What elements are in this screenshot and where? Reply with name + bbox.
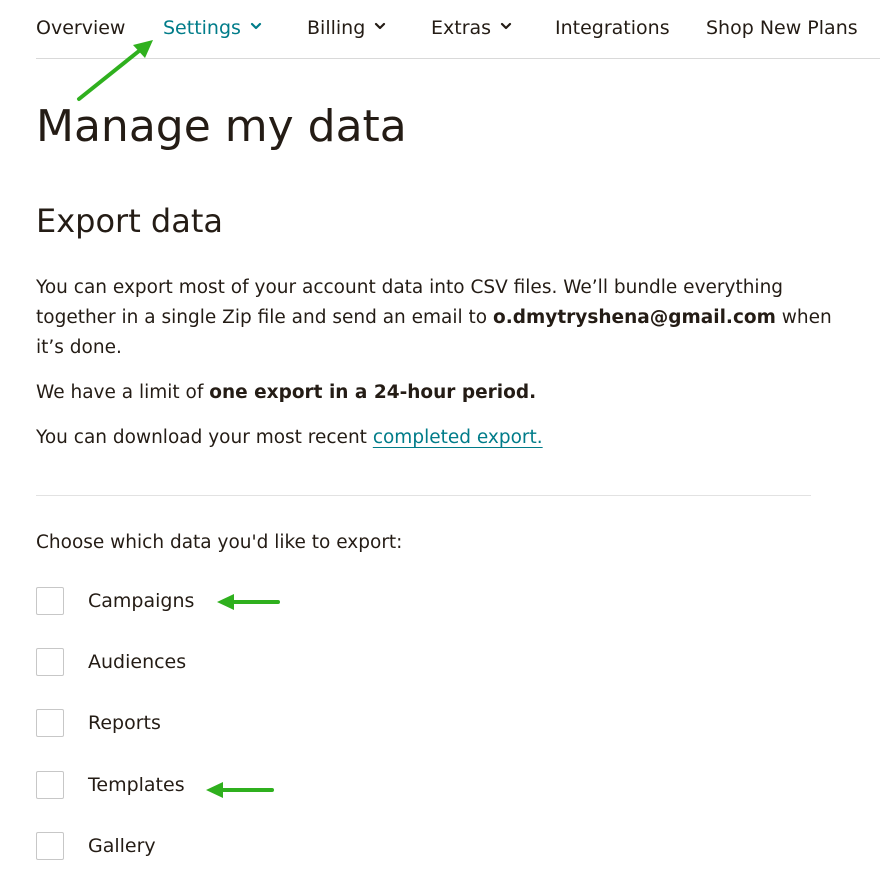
chevron-down-icon	[500, 20, 512, 32]
limit-emphasis: one export in a 24-hour period.	[209, 382, 537, 403]
top-nav: Overview Settings Billing Extras Integra…	[36, 0, 880, 59]
divider	[36, 495, 811, 496]
checkbox[interactable]	[36, 648, 64, 676]
option-label: Reports	[88, 712, 161, 734]
account-email: o.dmytryshena@gmail.com	[493, 307, 776, 328]
checkbox[interactable]	[36, 587, 64, 615]
nav-item-settings[interactable]: Settings	[163, 16, 262, 40]
option-label: Gallery	[88, 835, 156, 857]
option-templates[interactable]: Templates	[36, 771, 336, 801]
nav-item-overview[interactable]: Overview	[36, 16, 125, 40]
section-title: Export data	[36, 202, 223, 240]
checkbox[interactable]	[36, 771, 64, 799]
limit-text: We have a limit of	[36, 382, 210, 403]
chevron-down-icon	[250, 20, 262, 32]
choose-data-label: Choose which data you'd like to export:	[36, 532, 403, 553]
page-title: Manage my data	[36, 101, 407, 152]
chevron-down-icon	[374, 20, 386, 32]
manage-data-page: Overview Settings Billing Extras Integra…	[0, 0, 880, 877]
option-reports[interactable]: Reports	[36, 709, 336, 739]
option-label: Campaigns	[88, 590, 195, 612]
nav-item-shop-new-plans[interactable]: Shop New Plans	[706, 16, 858, 40]
nav-item-label: Shop New Plans	[706, 17, 858, 39]
nav-item-label: Overview	[36, 17, 126, 39]
option-campaigns[interactable]: Campaigns	[36, 587, 336, 617]
nav-item-label: Extras	[431, 17, 492, 39]
nav-item-integrations[interactable]: Integrations	[555, 16, 670, 40]
download-prefix: You can download your most recent	[36, 427, 373, 448]
option-label: Templates	[88, 774, 185, 796]
nav-item-extras[interactable]: Extras	[431, 16, 512, 40]
nav-item-label: Billing	[307, 17, 366, 39]
option-label: Audiences	[88, 651, 187, 673]
nav-item-label: Integrations	[555, 17, 670, 39]
option-audiences[interactable]: Audiences	[36, 648, 336, 678]
download-text: You can download your most recent comple…	[36, 423, 836, 453]
checkbox[interactable]	[36, 709, 64, 737]
option-gallery[interactable]: Gallery	[36, 832, 336, 862]
nav-item-billing[interactable]: Billing	[307, 16, 386, 40]
checkbox[interactable]	[36, 832, 64, 860]
completed-export-link[interactable]: completed export.	[373, 427, 543, 448]
export-description: You can export most of your account data…	[36, 273, 836, 363]
nav-item-label: Settings	[163, 17, 241, 39]
export-limit-text: We have a limit of one export in a 24-ho…	[36, 378, 836, 408]
